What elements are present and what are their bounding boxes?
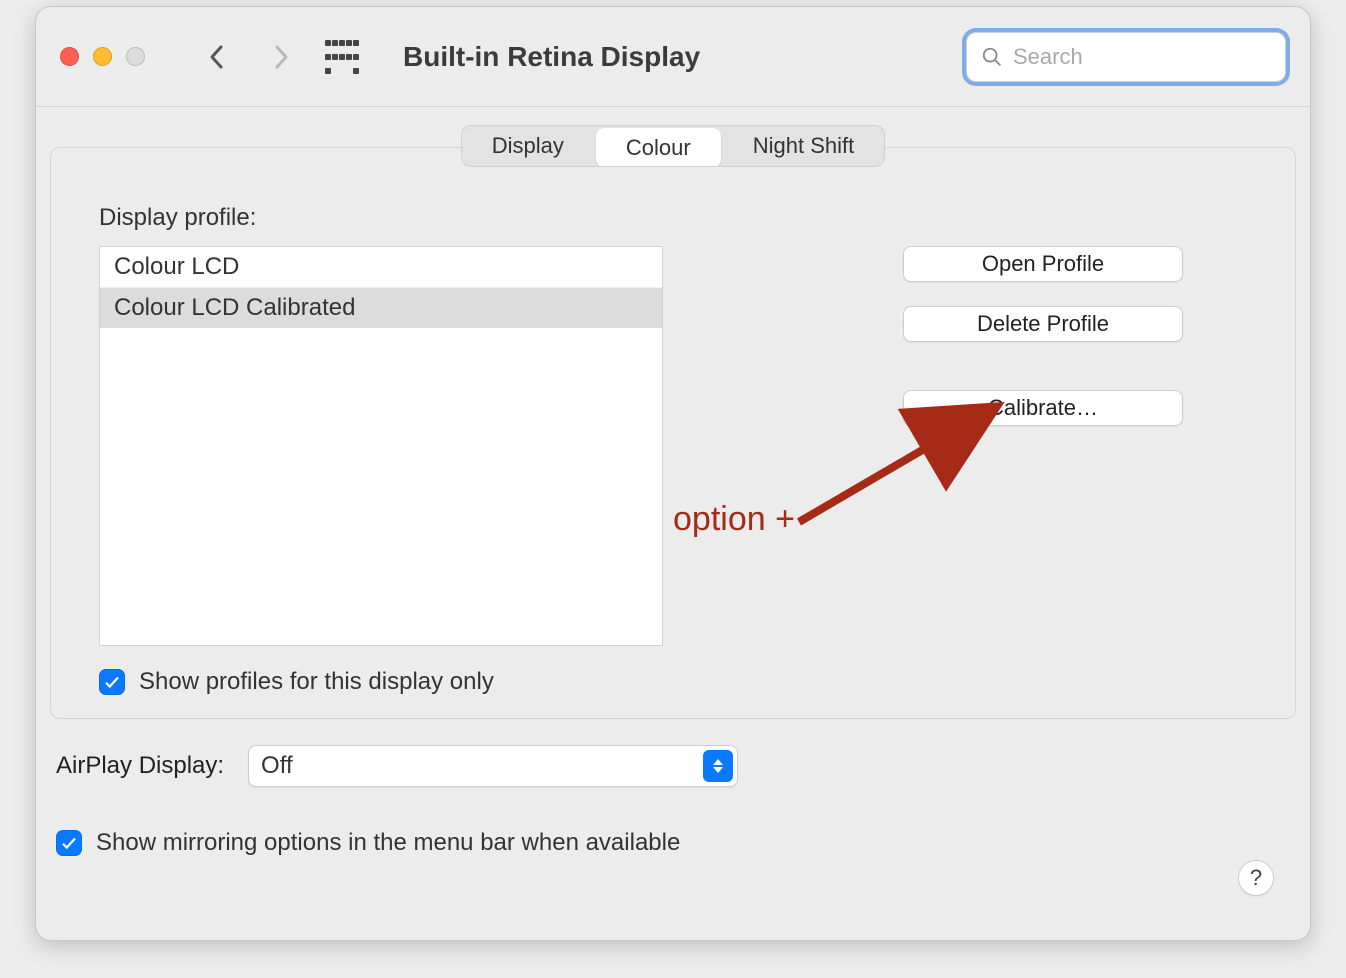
preferences-window: Built-in Retina Display Display Colour N…	[35, 6, 1311, 941]
show-profiles-only-label: Show profiles for this display only	[139, 668, 494, 696]
annotation-label: option +	[673, 500, 795, 539]
show-mirroring-row[interactable]: Show mirroring options in the menu bar w…	[56, 829, 1290, 857]
minimize-window-icon[interactable]	[93, 47, 112, 66]
grid-icon	[325, 40, 359, 74]
window-title: Built-in Retina Display	[403, 41, 700, 73]
tab-nightshift[interactable]: Night Shift	[723, 126, 885, 166]
profile-item[interactable]: Colour LCD Calibrated	[100, 288, 662, 328]
chevron-right-icon	[271, 43, 291, 71]
search-input[interactable]	[1013, 33, 1275, 81]
show-profiles-only-row[interactable]: Show profiles for this display only	[99, 668, 1247, 696]
open-profile-button[interactable]: Open Profile	[903, 246, 1183, 282]
checkbox-checked-icon[interactable]	[56, 830, 82, 856]
toolbar: Built-in Retina Display	[36, 7, 1310, 107]
chevron-left-icon	[207, 43, 227, 71]
help-button[interactable]: ?	[1238, 860, 1274, 896]
tab-colour[interactable]: Colour	[596, 128, 721, 167]
back-button[interactable]	[195, 35, 239, 79]
search-field[interactable]	[966, 32, 1286, 82]
colour-panel: Display profile: Colour LCD Colour LCD C…	[50, 147, 1296, 719]
airplay-value: Off	[261, 752, 293, 780]
airplay-label: AirPlay Display:	[56, 752, 224, 780]
tab-display[interactable]: Display	[462, 126, 594, 166]
checkbox-checked-icon[interactable]	[99, 669, 125, 695]
display-profile-list[interactable]: Colour LCD Colour LCD Calibrated	[99, 246, 663, 646]
calibrate-button[interactable]: Calibrate…	[903, 390, 1183, 426]
window-controls	[60, 47, 145, 66]
show-mirroring-label: Show mirroring options in the menu bar w…	[96, 829, 680, 857]
airplay-select[interactable]: Off	[248, 745, 738, 787]
delete-profile-button[interactable]: Delete Profile	[903, 306, 1183, 342]
zoom-window-icon	[126, 47, 145, 66]
updown-stepper-icon	[703, 750, 733, 782]
close-window-icon[interactable]	[60, 47, 79, 66]
search-icon	[981, 46, 1003, 68]
show-all-button[interactable]	[323, 35, 377, 79]
display-profile-heading: Display profile:	[99, 204, 1247, 232]
forward-button	[259, 35, 303, 79]
tab-bar: Display Colour Night Shift	[461, 125, 885, 167]
profile-item[interactable]: Colour LCD	[100, 247, 662, 288]
